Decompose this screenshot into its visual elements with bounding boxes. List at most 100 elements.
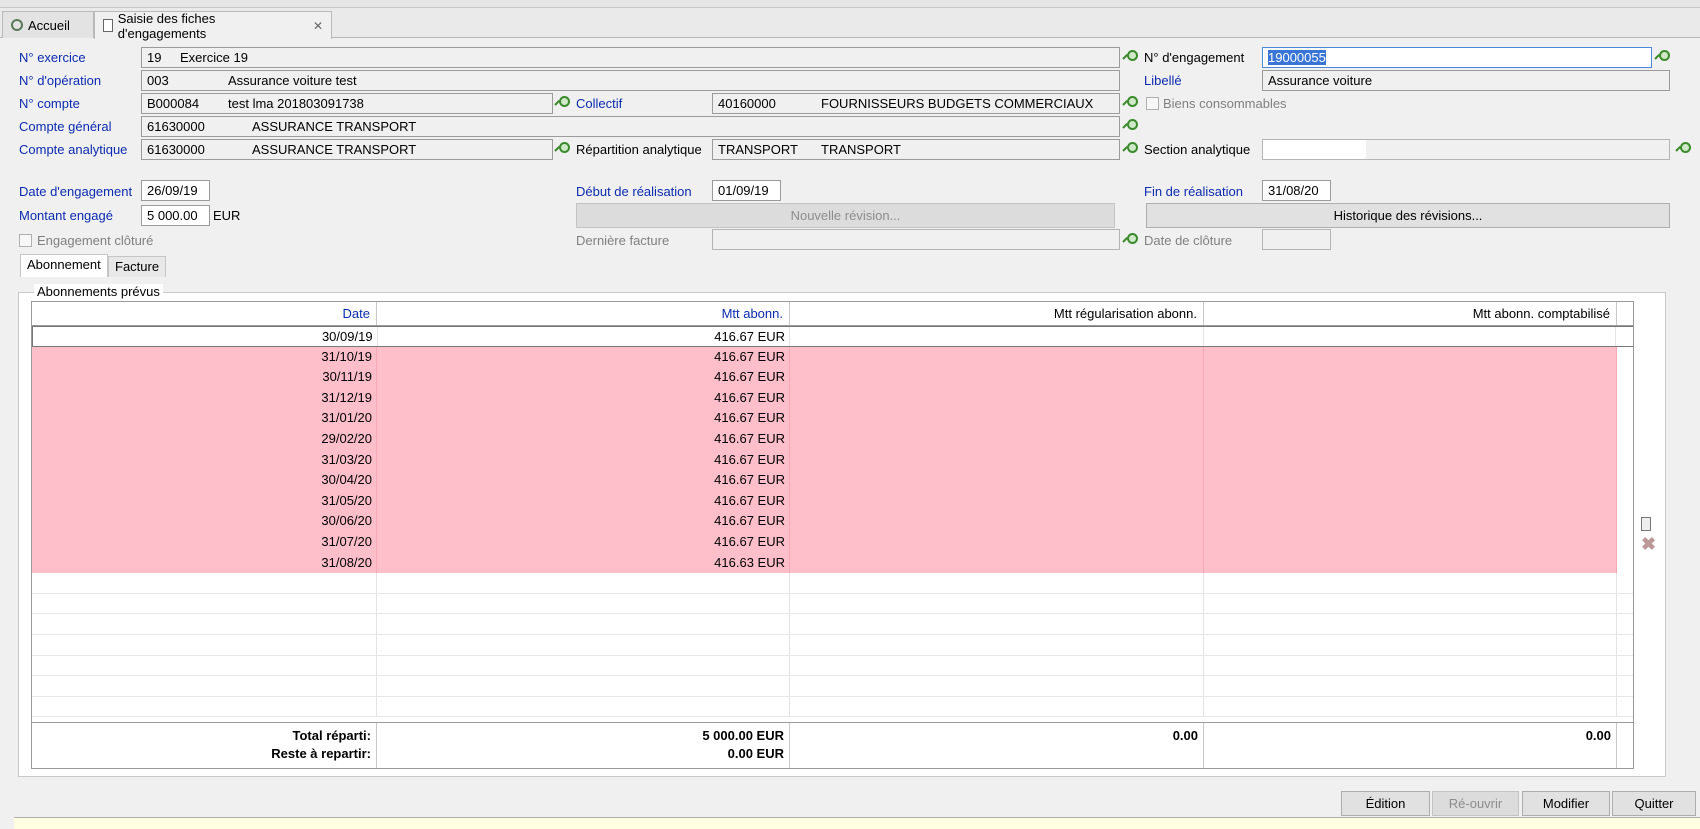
cell-mtt-regularisation[interactable] xyxy=(790,346,1204,368)
table-row-empty[interactable] xyxy=(32,634,1633,656)
cell-mtt-comptabilise[interactable] xyxy=(1204,552,1617,574)
table-row[interactable]: 29/02/20 416.67 EUR xyxy=(32,428,1633,450)
nouvelle-revision-button[interactable]: Nouvelle révision... xyxy=(576,203,1115,228)
header-mtt-regularisation[interactable]: Mtt régularisation abonn. xyxy=(790,302,1204,325)
cell-date[interactable]: 29/02/20 xyxy=(32,428,377,450)
quitter-button[interactable]: Quitter xyxy=(1612,791,1696,816)
cell-mtt-regularisation[interactable] xyxy=(790,449,1204,471)
table-row[interactable]: 31/05/20 416.67 EUR xyxy=(32,490,1633,512)
table-row-empty[interactable] xyxy=(32,573,1633,594)
fin-realisation-field[interactable]: 31/08/20 xyxy=(1262,180,1331,201)
table-row-empty[interactable] xyxy=(32,614,1633,635)
cell-mtt-abonn[interactable]: 416.67 EUR xyxy=(377,490,790,512)
date-cloture-field[interactable] xyxy=(1262,229,1331,250)
cell-mtt-comptabilise[interactable] xyxy=(1204,408,1617,429)
cell-mtt-comptabilise[interactable] xyxy=(1204,531,1617,553)
table-row[interactable]: 31/07/20 416.67 EUR xyxy=(32,531,1633,553)
cell-mtt-regularisation[interactable] xyxy=(790,428,1204,450)
cell-mtt-abonn[interactable]: 416.67 EUR xyxy=(377,346,790,368)
derniere-facture-code-field[interactable] xyxy=(712,229,795,250)
cell-mtt-regularisation[interactable] xyxy=(790,531,1204,553)
search-engagement-icon[interactable] xyxy=(1123,50,1138,64)
add-row-icon[interactable] xyxy=(1641,517,1651,531)
cell-mtt-comptabilise[interactable] xyxy=(1204,490,1617,512)
cell-mtt-abonn[interactable]: 416.67 EUR xyxy=(377,449,790,471)
header-mtt-comptabilise[interactable]: Mtt abonn. comptabilisé xyxy=(1204,302,1617,325)
cell-date[interactable]: 30/04/20 xyxy=(32,470,377,491)
cell-date[interactable]: 30/06/20 xyxy=(32,511,377,532)
debut-realisation-field[interactable]: 01/09/19 xyxy=(712,180,781,201)
search-section-right-icon[interactable] xyxy=(1676,142,1691,156)
table-row[interactable]: 31/12/19 416.67 EUR xyxy=(32,387,1633,409)
compte-code-field[interactable]: B000084 xyxy=(141,93,224,114)
table-row[interactable]: 31/08/20 416.63 EUR xyxy=(32,552,1633,574)
operation-code-field[interactable]: 003 xyxy=(141,70,224,91)
table-row-empty[interactable] xyxy=(32,696,1633,718)
cell-mtt-comptabilise[interactable] xyxy=(1204,511,1617,532)
cell-mtt-abonn[interactable]: 416.63 EUR xyxy=(377,552,790,574)
modifier-button[interactable]: Modifier xyxy=(1522,791,1610,816)
cell-mtt-abonn[interactable]: 416.67 EUR xyxy=(378,327,791,346)
repartition-code-field[interactable]: TRANSPORT xyxy=(712,139,817,160)
compte-general-code-field[interactable]: 61630000 xyxy=(141,116,248,137)
table-row[interactable]: 31/10/19 416.67 EUR xyxy=(32,346,1633,368)
section-code-field[interactable] xyxy=(1262,139,1367,160)
cell-mtt-regularisation[interactable] xyxy=(790,552,1204,574)
cell-mtt-abonn[interactable]: 416.67 EUR xyxy=(377,531,790,553)
historique-revisions-button[interactable]: Historique des révisions... xyxy=(1146,203,1670,228)
search-icon[interactable] xyxy=(1123,119,1138,133)
tab-facture[interactable]: Facture xyxy=(108,256,167,277)
cell-mtt-abonn[interactable]: 416.67 EUR xyxy=(377,470,790,491)
collectif-code-field[interactable]: 40160000 xyxy=(712,93,817,114)
cell-mtt-regularisation[interactable] xyxy=(790,327,1204,346)
search-biens-icon[interactable] xyxy=(1123,96,1138,110)
search-section-icon[interactable] xyxy=(1123,142,1138,156)
cell-mtt-regularisation[interactable] xyxy=(790,367,1204,388)
cell-date[interactable]: 31/03/20 xyxy=(32,449,377,471)
cell-date[interactable]: 31/10/19 xyxy=(32,346,377,368)
cell-mtt-comptabilise[interactable] xyxy=(1204,327,1617,346)
cell-mtt-abonn[interactable]: 416.67 EUR xyxy=(377,367,790,388)
cell-date[interactable]: 30/11/19 xyxy=(32,367,377,388)
tab-saisie[interactable]: Saisie des fiches d'engagements ✕ xyxy=(94,11,332,41)
cell-mtt-abonn[interactable]: 416.67 EUR xyxy=(377,511,790,532)
cell-date[interactable]: 31/01/20 xyxy=(32,408,377,429)
cell-mtt-comptabilise[interactable] xyxy=(1204,449,1617,471)
compte-analytique-code-field[interactable]: 61630000 xyxy=(141,139,248,160)
cell-mtt-comptabilise[interactable] xyxy=(1204,470,1617,491)
table-row[interactable]: 30/04/20 416.67 EUR xyxy=(32,470,1633,491)
cell-mtt-comptabilise[interactable] xyxy=(1204,346,1617,368)
cell-mtt-abonn[interactable]: 416.67 EUR xyxy=(377,428,790,450)
search-collectif-icon[interactable] xyxy=(555,96,570,110)
edition-button[interactable]: Édition xyxy=(1341,791,1430,816)
tab-abonnement[interactable]: Abonnement xyxy=(20,254,108,277)
delete-row-icon[interactable]: ✖ xyxy=(1641,535,1656,553)
libelle-field[interactable]: Assurance voiture xyxy=(1262,70,1670,91)
cell-mtt-regularisation[interactable] xyxy=(790,470,1204,491)
cell-mtt-comptabilise[interactable] xyxy=(1204,387,1617,409)
cell-mtt-regularisation[interactable] xyxy=(790,511,1204,532)
cell-date[interactable]: 31/05/20 xyxy=(32,490,377,512)
engagement-field[interactable]: 19000055 xyxy=(1262,47,1652,68)
cell-mtt-abonn[interactable]: 416.67 EUR xyxy=(377,387,790,409)
cell-mtt-regularisation[interactable] xyxy=(790,387,1204,409)
header-date[interactable]: Date xyxy=(32,302,377,325)
cell-mtt-comptabilise[interactable] xyxy=(1204,367,1617,388)
engagement-cloture-checkbox[interactable] xyxy=(19,234,32,247)
biens-checkbox[interactable] xyxy=(1146,97,1159,110)
montant-field[interactable]: 5 000.00 xyxy=(141,205,210,226)
table-row-empty[interactable] xyxy=(32,676,1633,697)
table-row-empty[interactable] xyxy=(32,655,1633,677)
cell-date[interactable]: 30/09/19 xyxy=(33,327,378,346)
cell-mtt-abonn[interactable]: 416.67 EUR xyxy=(377,408,790,429)
header-mtt-abonn[interactable]: Mtt abonn. xyxy=(377,302,790,325)
search-cloture-icon[interactable] xyxy=(1123,233,1138,247)
table-row[interactable]: 31/01/20 416.67 EUR xyxy=(32,408,1633,429)
cell-mtt-regularisation[interactable] xyxy=(790,490,1204,512)
table-row[interactable]: 31/03/20 416.67 EUR xyxy=(32,449,1633,471)
cell-mtt-regularisation[interactable] xyxy=(790,408,1204,429)
table-row-empty[interactable] xyxy=(32,593,1633,615)
close-icon[interactable]: ✕ xyxy=(313,19,323,33)
table-row[interactable]: 30/09/19 416.67 EUR xyxy=(32,326,1633,347)
search-engagement-right-icon[interactable] xyxy=(1655,50,1670,64)
